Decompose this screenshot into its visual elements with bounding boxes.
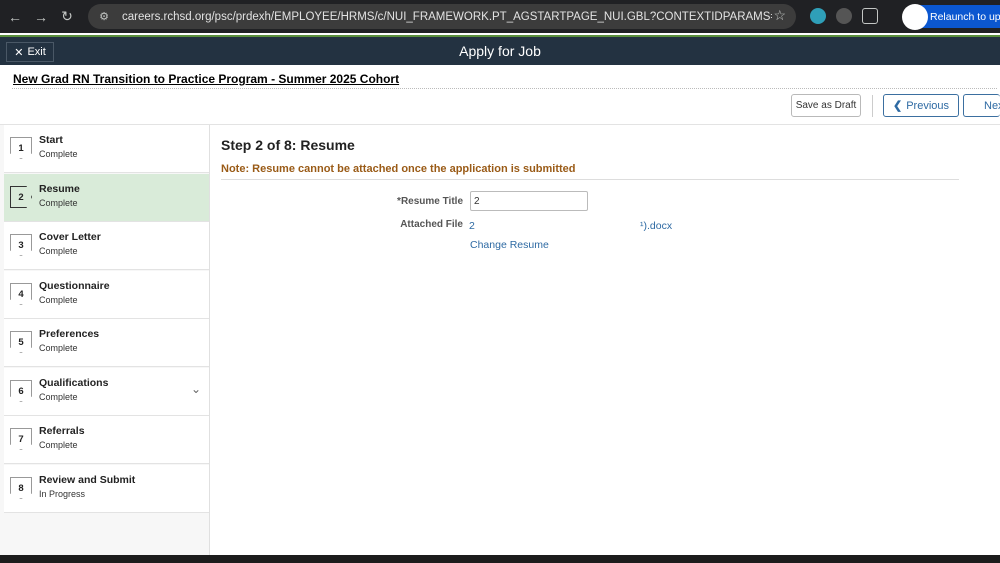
previous-label: Previous — [906, 99, 949, 112]
attached-file-link[interactable]: 2 — [469, 220, 475, 232]
step-label: Cover Letter — [39, 231, 101, 243]
step-label: Referrals — [39, 425, 85, 437]
step-item-qualifications[interactable]: 6 Qualifications Complete ⌄ — [4, 368, 209, 416]
step-number: 1 — [10, 137, 32, 159]
step-label: Questionnaire — [39, 280, 110, 292]
divider — [221, 179, 959, 180]
step-number: 5 — [10, 331, 32, 353]
forward-icon[interactable]: → — [30, 6, 52, 28]
chevron-down-icon[interactable]: ⌄ — [191, 382, 201, 396]
step-status: Complete — [39, 149, 78, 159]
step-status: Complete — [39, 295, 78, 305]
extension-icon[interactable] — [810, 8, 826, 24]
next-button[interactable]: Next — [963, 94, 1000, 117]
step-sidebar: 1 Start Complete 2 Resume Complete 3 Cov… — [0, 125, 210, 555]
previous-button[interactable]: ❮ Previous — [883, 94, 959, 117]
step-number: 3 — [10, 234, 32, 256]
url-text: careers.rchsd.org/psc/prdexh/EMPLOYEE/HR… — [122, 10, 772, 23]
step-heading: Step 2 of 8: Resume — [221, 137, 355, 153]
step-label: Start — [39, 134, 63, 146]
app-header: ✕ Exit Apply for Job — [0, 35, 1000, 65]
resume-note: Note: Resume cannot be attached once the… — [221, 163, 576, 175]
step-item-review-submit[interactable]: 8 Review and Submit In Progress — [4, 465, 209, 513]
attached-file-label: Attached File — [400, 219, 463, 230]
puzzle-extensions-icon[interactable] — [862, 8, 878, 24]
step-label: Qualifications — [39, 377, 109, 389]
resume-title-input[interactable] — [470, 191, 588, 211]
step-number: 2 — [10, 186, 32, 208]
job-title: New Grad RN Transition to Practice Progr… — [13, 72, 400, 86]
attached-file-link-suffix[interactable]: ¹).docx — [640, 220, 672, 232]
step-status: In Progress — [39, 489, 86, 499]
step-label: Review and Submit — [39, 474, 136, 486]
page-title: Apply for Job — [459, 43, 541, 59]
step-item-questionnaire[interactable]: 4 Questionnaire Complete — [4, 271, 209, 319]
step-status: Complete — [39, 392, 78, 402]
step-number: 8 — [10, 477, 32, 499]
step-item-resume[interactable]: 2 Resume Complete — [4, 174, 209, 222]
change-resume-link[interactable]: Change Resume — [470, 239, 549, 251]
step-status: Complete — [39, 343, 78, 353]
bookmark-star-icon[interactable]: ☆ — [773, 7, 786, 24]
step-number: 7 — [10, 428, 32, 450]
site-info-icon[interactable]: ⚙ — [96, 9, 112, 25]
divider — [872, 95, 873, 117]
address-bar[interactable]: ⚙ careers.rchsd.org/psc/prdexh/EMPLOYEE/… — [88, 4, 796, 29]
divider — [12, 88, 997, 89]
save-draft-button[interactable]: Save as Draft — [791, 94, 861, 117]
resume-title-label: *Resume Title — [397, 196, 463, 207]
step-item-start[interactable]: 1 Start Complete — [4, 125, 209, 173]
browser-toolbar: ← → ↻ ⚙ careers.rchsd.org/psc/prdexh/EMP… — [0, 0, 1000, 33]
step-status: Complete — [39, 198, 78, 208]
step-item-cover-letter[interactable]: 3 Cover Letter Complete — [4, 222, 209, 270]
profile-avatar[interactable] — [902, 4, 928, 30]
taskbar — [0, 555, 1000, 563]
shield-extension-icon[interactable] — [836, 8, 852, 24]
step-status: Complete — [39, 440, 78, 450]
step-label: Preferences — [39, 328, 100, 340]
step-item-preferences[interactable]: 5 Preferences Complete — [4, 319, 209, 367]
step-item-referrals[interactable]: 7 Referrals Complete — [4, 416, 209, 464]
reload-icon[interactable]: ↻ — [56, 6, 78, 28]
step-number: 6 — [10, 380, 32, 402]
step-status: Complete — [39, 246, 78, 256]
back-icon[interactable]: ← — [4, 6, 26, 28]
step-number: 4 — [10, 283, 32, 305]
chevron-left-icon: ❮ — [892, 100, 903, 112]
next-label: Next — [984, 99, 1000, 112]
step-label: Resume — [39, 183, 80, 195]
